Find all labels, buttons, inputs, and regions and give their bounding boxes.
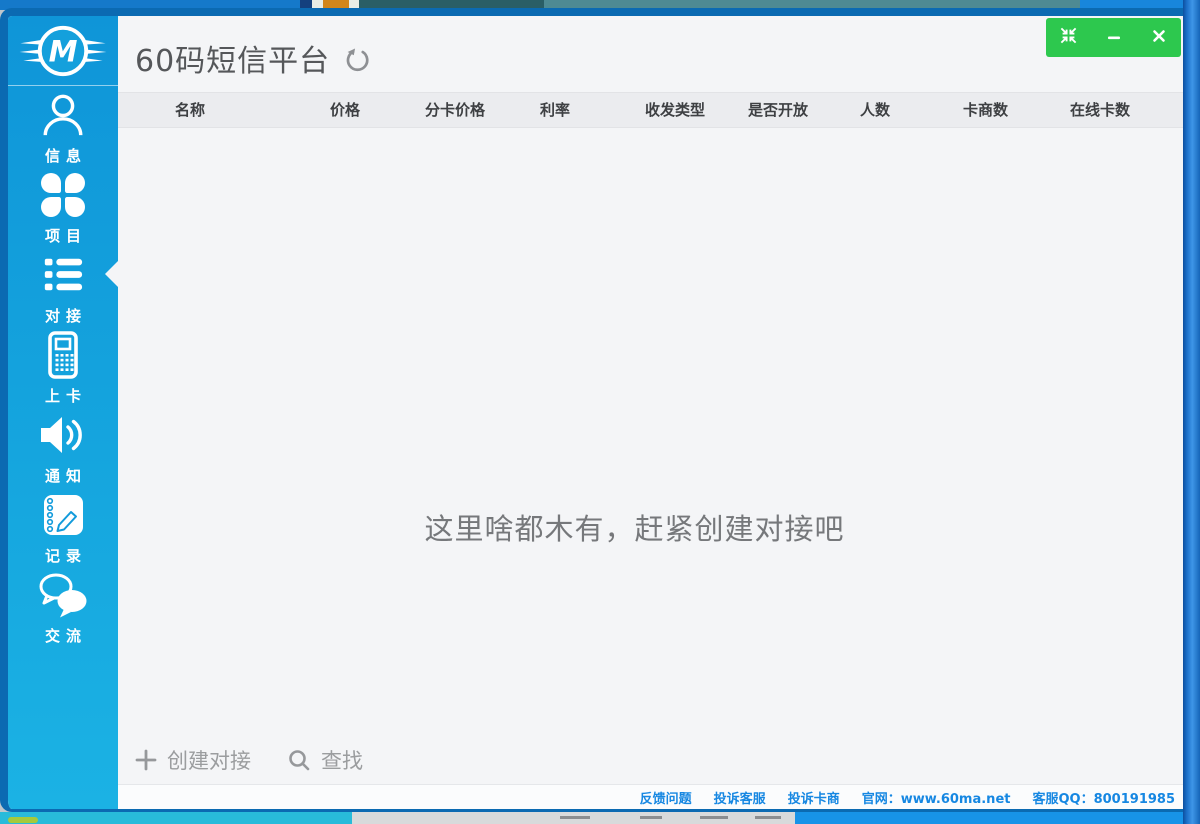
page-title: 60码短信平台: [135, 44, 331, 79]
sidebar-item-notifications[interactable]: 通知: [8, 408, 118, 488]
table-header: 名称 价格 分卡价格 利率 收发类型 是否开放 人数 卡商数 在线卡数: [118, 92, 1183, 128]
column-header: 价格: [330, 101, 361, 119]
bg-segment: [8, 817, 38, 823]
sidebar-item-label: 记录: [44, 547, 87, 565]
bg-segment: [795, 812, 1200, 824]
footer-link[interactable]: 反馈问题: [640, 788, 692, 807]
sidebar-item-label: 交流: [44, 627, 87, 645]
clover-grid-icon: [41, 170, 85, 220]
column-header: 是否开放: [748, 101, 809, 119]
sidebar-item-label: 信息: [44, 147, 87, 165]
desktop-taskbar-strip: [0, 812, 1200, 824]
official-site-label[interactable]: 官网：www.60ma.net: [862, 788, 1011, 807]
sidebar-menu: 信息项目对接上卡通知记录交流: [8, 86, 118, 809]
shrink-button[interactable]: [1046, 18, 1091, 57]
app-window: M 信息项目对接上卡通知记录交流 60码短信平台 名称 价格 分卡价格 利率 收发类型 是…: [0, 8, 1183, 812]
background-window-right-strip: [1183, 0, 1200, 824]
column-header: 分卡价格: [425, 101, 486, 119]
window-controls: [1046, 18, 1181, 57]
sidebar-item-docking[interactable]: 对接: [8, 248, 118, 328]
close-icon: [1152, 28, 1166, 47]
speaker-icon: [38, 410, 88, 460]
close-button[interactable]: [1136, 18, 1181, 57]
plus-icon: [135, 749, 157, 771]
footer-bar: 反馈问题 投诉客服 投诉卡商 官网：www.60ma.net 客服QQ：800191…: [118, 784, 1183, 809]
table-body: 这里啥都木有，赶紧创建对接吧: [118, 128, 1183, 736]
bg-segment: [755, 816, 781, 819]
phone-icon: [43, 330, 83, 380]
action-bar: 创建对接 查找: [118, 736, 1183, 784]
footer-link[interactable]: 投诉客服: [714, 788, 766, 807]
sidebar-item-label: 项目: [44, 227, 87, 245]
empty-state-message: 这里啥都木有，赶紧创建对接吧: [424, 512, 845, 546]
refresh-button[interactable]: [344, 47, 369, 73]
list-icon: [40, 250, 86, 300]
sidebar-item-label: 对接: [44, 307, 87, 325]
column-header: 名称: [175, 101, 206, 119]
search-label: 查找: [321, 749, 363, 773]
bg-segment: [560, 816, 590, 819]
winged-m-logo-icon: M: [19, 25, 107, 76]
sidebar-item-chat[interactable]: 交流: [8, 568, 118, 648]
footer-links: 反馈问题 投诉客服 投诉卡商: [640, 788, 840, 807]
search-icon: [289, 750, 310, 771]
titlebar: 60码短信平台: [118, 16, 1183, 92]
refresh-icon: [346, 47, 369, 71]
content-area: 60码短信平台 名称 价格 分卡价格 利率 收发类型 是否开放 人数 卡商数 在线卡数 这里啥都…: [118, 16, 1183, 809]
sidebar-item-projects[interactable]: 项目: [8, 168, 118, 248]
sidebar-item-label: 通知: [44, 467, 87, 485]
search-button[interactable]: 查找: [287, 745, 363, 775]
column-header: 卡商数: [963, 101, 1009, 119]
column-header: 收发类型: [645, 101, 706, 119]
bg-segment: [700, 816, 728, 819]
chat-bubbles-icon: [37, 570, 89, 620]
footer-link[interactable]: 投诉卡商: [788, 788, 840, 807]
bg-segment: [0, 812, 352, 824]
sidebar-item-upload-card[interactable]: 上卡: [8, 328, 118, 408]
notebook-pencil-icon: [39, 490, 87, 540]
column-header: 利率: [540, 101, 571, 119]
create-docking-label: 创建对接: [167, 749, 251, 773]
user-icon: [40, 90, 86, 140]
bg-segment: [640, 816, 662, 819]
screen: M 信息项目对接上卡通知记录交流 60码短信平台 名称 价格 分卡价格 利率 收发类型 是…: [0, 0, 1200, 824]
column-header: 在线卡数: [1070, 101, 1131, 119]
column-header: 人数: [860, 101, 891, 119]
sidebar-item-info[interactable]: 信息: [8, 88, 118, 168]
service-qq-label: 客服QQ：800191985: [1032, 791, 1175, 807]
minimize-button[interactable]: [1091, 18, 1136, 57]
sidebar: M 信息项目对接上卡通知记录交流: [8, 16, 118, 809]
shrink-icon: [1059, 26, 1078, 49]
svg-text:M: M: [49, 34, 78, 68]
app-logo: M: [8, 16, 118, 85]
create-docking-button[interactable]: 创建对接: [135, 745, 251, 775]
sidebar-item-label: 上卡: [44, 387, 87, 405]
minimize-icon: [1107, 28, 1121, 47]
